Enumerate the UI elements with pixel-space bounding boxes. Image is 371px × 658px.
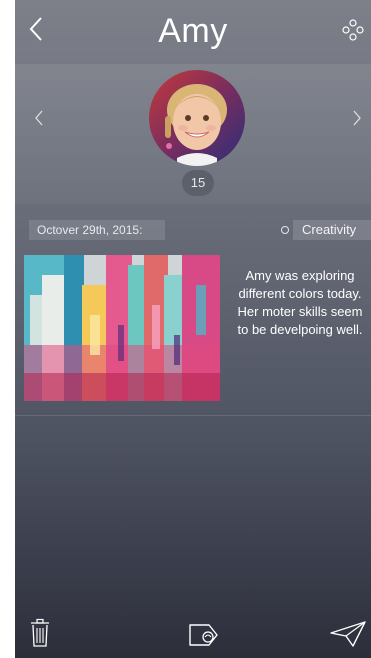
child-portrait [149,70,245,166]
divider [15,415,371,416]
top-bar: Amy [15,0,371,64]
entry-count-badge: 15 [182,170,214,196]
entry-note: Amy was exploring different colors today… [237,268,363,337]
trash-icon [31,618,49,647]
prev-child-button[interactable] [33,108,45,128]
avatar[interactable] [149,70,245,166]
send-icon [330,621,366,647]
send-button[interactable] [329,620,367,648]
bottom-toolbar [15,604,371,658]
entry-header: Octover 29th, 2015: Creativity [15,220,371,240]
delete-button[interactable] [29,618,51,648]
artwork-image[interactable] [24,255,220,401]
next-child-button[interactable] [351,108,363,128]
abstract-painting [24,255,220,401]
tag-button[interactable] [187,622,221,648]
chevron-right-icon [353,110,361,126]
chevron-left-icon [35,110,43,126]
tag-indicator-icon [281,226,289,234]
dots-cluster-icon [342,19,364,41]
entry-date: Octover 29th, 2015: [29,220,165,240]
page-title: Amy [158,12,228,50]
tag-icon [189,624,218,646]
app-screen: Amy 15 Octover 29th, 2015: Creativity Am… [15,0,371,658]
options-button[interactable] [341,18,365,42]
tag-chip-creativity[interactable]: Creativity [293,220,371,240]
